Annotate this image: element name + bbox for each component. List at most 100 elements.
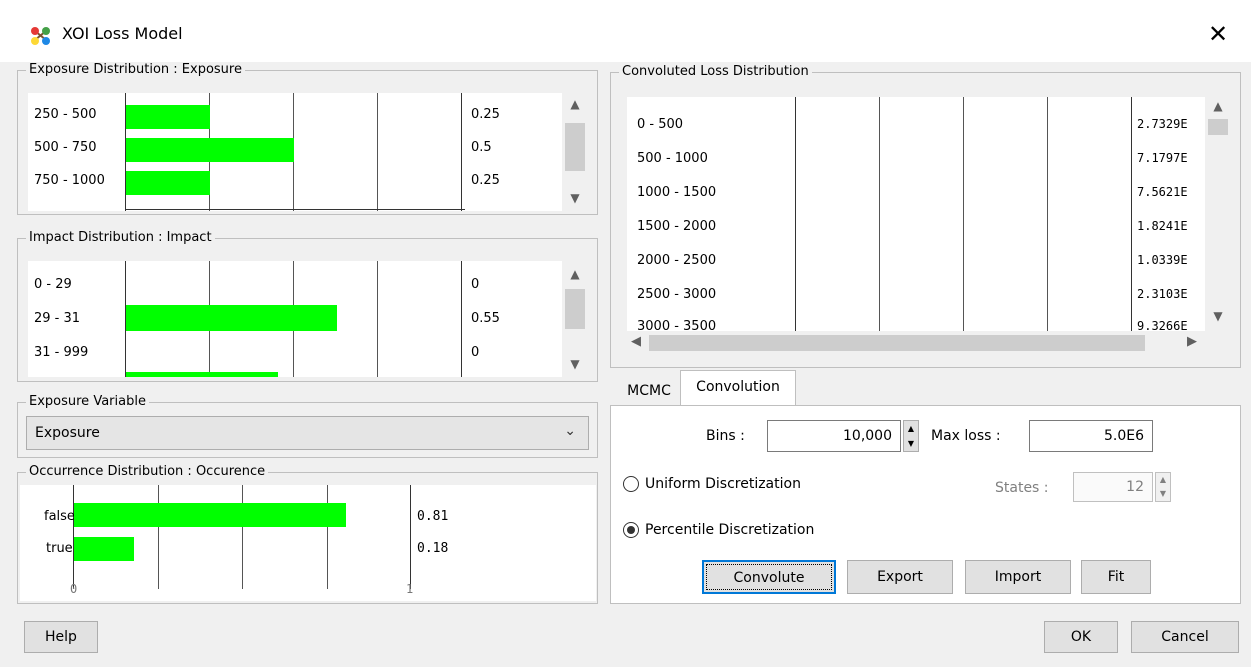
row-value: 2.7329E xyxy=(1137,117,1188,131)
bins-stepper[interactable]: ▲ ▼ xyxy=(903,420,919,452)
occurrence-distribution-title: Occurrence Distribution : Occurence xyxy=(26,464,269,479)
ok-button[interactable]: OK xyxy=(1044,621,1118,653)
row-value: 0.55 xyxy=(471,311,500,326)
row-value: 1.8241E xyxy=(1137,219,1188,233)
percentile-discretization-radio[interactable] xyxy=(623,522,639,538)
row-label: 1000 - 1500 xyxy=(637,185,717,200)
scroll-left-icon[interactable]: ◀ xyxy=(631,334,641,349)
close-icon[interactable]: ✕ xyxy=(1200,18,1236,50)
cancel-button[interactable]: Cancel xyxy=(1131,621,1239,653)
max-loss-input[interactable]: 5.0E6 xyxy=(1029,420,1153,452)
scroll-thumb[interactable] xyxy=(649,335,1145,351)
occurrence-distribution-chart: false 0.81 true 0.18 0 1 xyxy=(20,485,596,601)
row-value: 7.1797E xyxy=(1137,151,1188,165)
row-value: 0 xyxy=(471,277,480,292)
exposure-variable-panel: Exposure Variable Exposure ⌄ xyxy=(17,394,598,458)
row-label: 29 - 31 xyxy=(34,311,81,326)
convoluted-loss-panel: Convoluted Loss Distribution 0 - 500 2.7… xyxy=(610,64,1241,368)
scroll-up-icon[interactable]: ▲ xyxy=(565,267,585,281)
convolution-panel: Bins : 10,000 ▲ ▼ Max loss : 5.0E6 Unifor… xyxy=(610,405,1241,604)
network-nodes-icon xyxy=(30,26,52,46)
exposure-variable-select[interactable]: Exposure ⌄ xyxy=(26,416,589,450)
chart-axis xyxy=(461,93,462,211)
export-button[interactable]: Export xyxy=(847,560,953,594)
row-value: 0.18 xyxy=(417,541,449,556)
fit-button[interactable]: Fit xyxy=(1081,560,1151,594)
scroll-up-icon[interactable]: ▲ xyxy=(565,97,585,111)
grid-line xyxy=(377,261,378,377)
states-input[interactable]: 12 xyxy=(1073,472,1153,502)
window-title: XOI Loss Model xyxy=(62,24,183,43)
scroll-down-icon[interactable]: ▼ xyxy=(565,191,585,205)
scroll-up-icon[interactable]: ▲ xyxy=(1208,99,1228,113)
grid-line xyxy=(158,485,159,589)
convolute-button[interactable]: Convolute xyxy=(702,560,836,594)
row-value: 0.25 xyxy=(471,107,500,122)
scroll-thumb[interactable] xyxy=(1208,119,1228,135)
convoluted-loss-chart: 0 - 500 2.7329E 500 - 1000 7.1797E 1000 … xyxy=(627,97,1231,331)
tab-convolution[interactable]: Convolution xyxy=(680,370,796,406)
bins-label: Bins : xyxy=(706,428,745,444)
grid-line xyxy=(327,485,328,589)
import-button[interactable]: Import xyxy=(965,560,1071,594)
uniform-discretization-radio[interactable] xyxy=(623,476,639,492)
bins-input[interactable]: 10,000 xyxy=(767,420,901,452)
vertical-scrollbar[interactable]: ▲ ▼ xyxy=(562,261,588,377)
scroll-thumb[interactable] xyxy=(565,289,585,329)
scroll-down-icon[interactable]: ▼ xyxy=(565,357,585,371)
grid-line xyxy=(377,93,378,211)
states-stepper[interactable]: ▲ ▼ xyxy=(1155,472,1171,502)
percentile-discretization-label: Percentile Discretization xyxy=(645,522,815,538)
row-label: 2000 - 2500 xyxy=(637,253,717,268)
exposure-distribution-chart: 250 - 500 0.25 500 - 750 0.5 750 - 1000 … xyxy=(28,93,588,211)
row-value: 9.3266E xyxy=(1137,319,1188,331)
row-label: 0 - 29 xyxy=(34,277,72,292)
row-label: 2500 - 3000 xyxy=(637,287,717,302)
exposure-variable-title: Exposure Variable xyxy=(26,394,149,409)
impact-distribution-title: Impact Distribution : Impact xyxy=(26,230,215,245)
row-value: 1.0339E xyxy=(1137,253,1188,267)
scroll-right-icon[interactable]: ▶ xyxy=(1187,334,1197,349)
distribution-bar xyxy=(74,537,134,561)
row-label: false xyxy=(44,509,75,524)
scroll-thumb[interactable] xyxy=(565,123,585,171)
row-label: 500 - 1000 xyxy=(637,151,708,166)
axis-max-label: 1 xyxy=(406,582,414,596)
tab-mcmc[interactable]: MCMC xyxy=(618,376,680,406)
occurrence-distribution-panel: Occurrence Distribution : Occurence fals… xyxy=(17,464,598,604)
exposure-variable-value: Exposure xyxy=(35,425,100,441)
tab-mcmc-label: MCMC xyxy=(627,383,671,399)
row-value: 0.5 xyxy=(471,140,492,155)
distribution-bar xyxy=(74,503,346,527)
distribution-bar xyxy=(126,138,294,162)
chart-axis xyxy=(461,261,462,377)
row-label: 3000 - 3500 xyxy=(637,319,717,331)
chart-axis xyxy=(795,97,796,331)
row-label: 250 - 500 xyxy=(34,107,97,122)
row-label: 750 - 1000 xyxy=(34,173,105,188)
row-label: 0 - 500 xyxy=(637,117,684,132)
row-label: 1500 - 2000 xyxy=(637,219,717,234)
vertical-scrollbar[interactable]: ▲ ▼ xyxy=(562,93,588,211)
grid-line xyxy=(242,485,243,589)
scroll-down-icon[interactable]: ▼ xyxy=(1208,309,1228,323)
row-label: 31 - 999 xyxy=(34,345,89,360)
chart-axis xyxy=(410,485,411,589)
grid-line xyxy=(963,97,964,331)
row-value: 2.3103E xyxy=(1137,287,1188,301)
exposure-distribution-panel: Exposure Distribution : Exposure 250 - 5… xyxy=(17,62,598,215)
horizontal-scrollbar[interactable]: ◀ ▶ xyxy=(627,331,1205,355)
chart-axis xyxy=(1131,97,1132,331)
distribution-bar xyxy=(126,305,337,331)
row-clipped: 3000 - 3500 9.3266E xyxy=(627,319,1231,331)
distribution-bar-partial xyxy=(126,372,278,377)
exposure-distribution-title: Exposure Distribution : Exposure xyxy=(26,62,245,77)
help-button[interactable]: Help xyxy=(24,621,98,653)
chart-baseline xyxy=(125,209,465,210)
grid-line xyxy=(879,97,880,331)
row-value: 7.5621E xyxy=(1137,185,1188,199)
max-loss-label: Max loss : xyxy=(931,428,1001,444)
vertical-scrollbar[interactable]: ▲ ▼ xyxy=(1205,97,1231,331)
uniform-discretization-label: Uniform Discretization xyxy=(645,476,801,492)
row-label: true xyxy=(46,541,73,556)
